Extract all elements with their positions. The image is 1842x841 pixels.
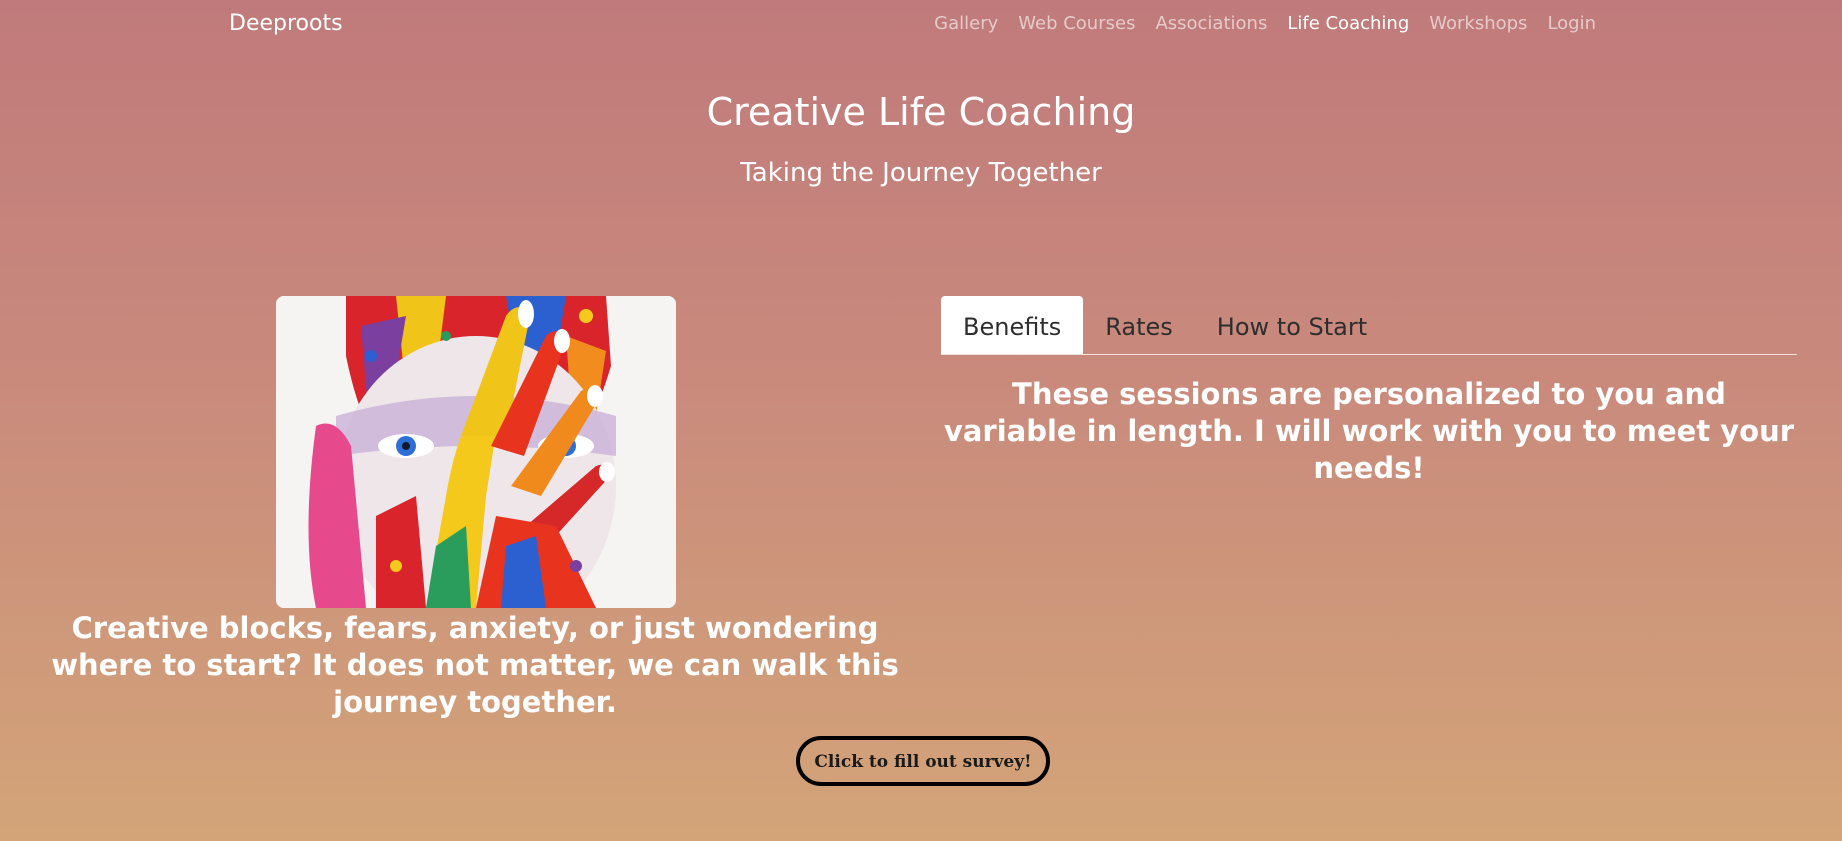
tab-how-to-start[interactable]: How to Start [1195, 296, 1389, 354]
tab-benefits[interactable]: Benefits [941, 296, 1084, 354]
nav-link-login[interactable]: Login [1537, 13, 1606, 34]
top-navbar: Deeproots Gallery Web Courses Associatio… [0, 0, 1842, 50]
painted-face-photo [276, 296, 676, 608]
brand-logo-link[interactable]: Deeproots [229, 11, 343, 36]
survey-button[interactable]: Click to fill out survey! [796, 736, 1050, 786]
page-title: Creative Life Coaching [706, 90, 1136, 134]
nav-links: Gallery Web Courses Associations Life Co… [924, 13, 1606, 34]
info-tabs: Benefits Rates How to Start [941, 296, 1797, 355]
nav-link-workshops[interactable]: Workshops [1419, 13, 1537, 34]
intro-text: Creative blocks, fears, anxiety, or just… [51, 611, 899, 719]
nav-link-associations[interactable]: Associations [1145, 13, 1277, 34]
tab-content-benefits: These sessions are personalized to you a… [943, 377, 1795, 485]
nav-link-web-courses[interactable]: Web Courses [1008, 13, 1145, 34]
nav-link-gallery[interactable]: Gallery [924, 13, 1008, 34]
page-subtitle: Taking the Journey Together [740, 158, 1102, 188]
tab-rates[interactable]: Rates [1083, 296, 1195, 354]
nav-link-life-coaching[interactable]: Life Coaching [1277, 13, 1419, 34]
